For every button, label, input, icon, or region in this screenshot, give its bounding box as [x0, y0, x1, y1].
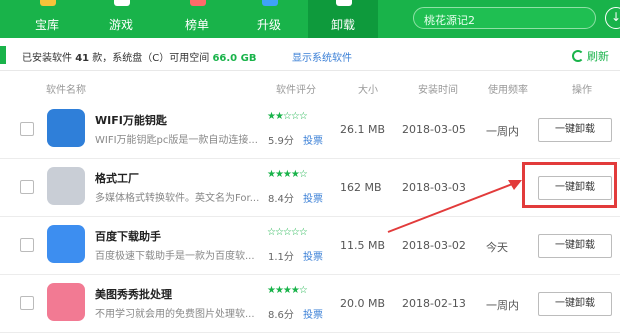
- annotation-arrow: [387, 180, 522, 233]
